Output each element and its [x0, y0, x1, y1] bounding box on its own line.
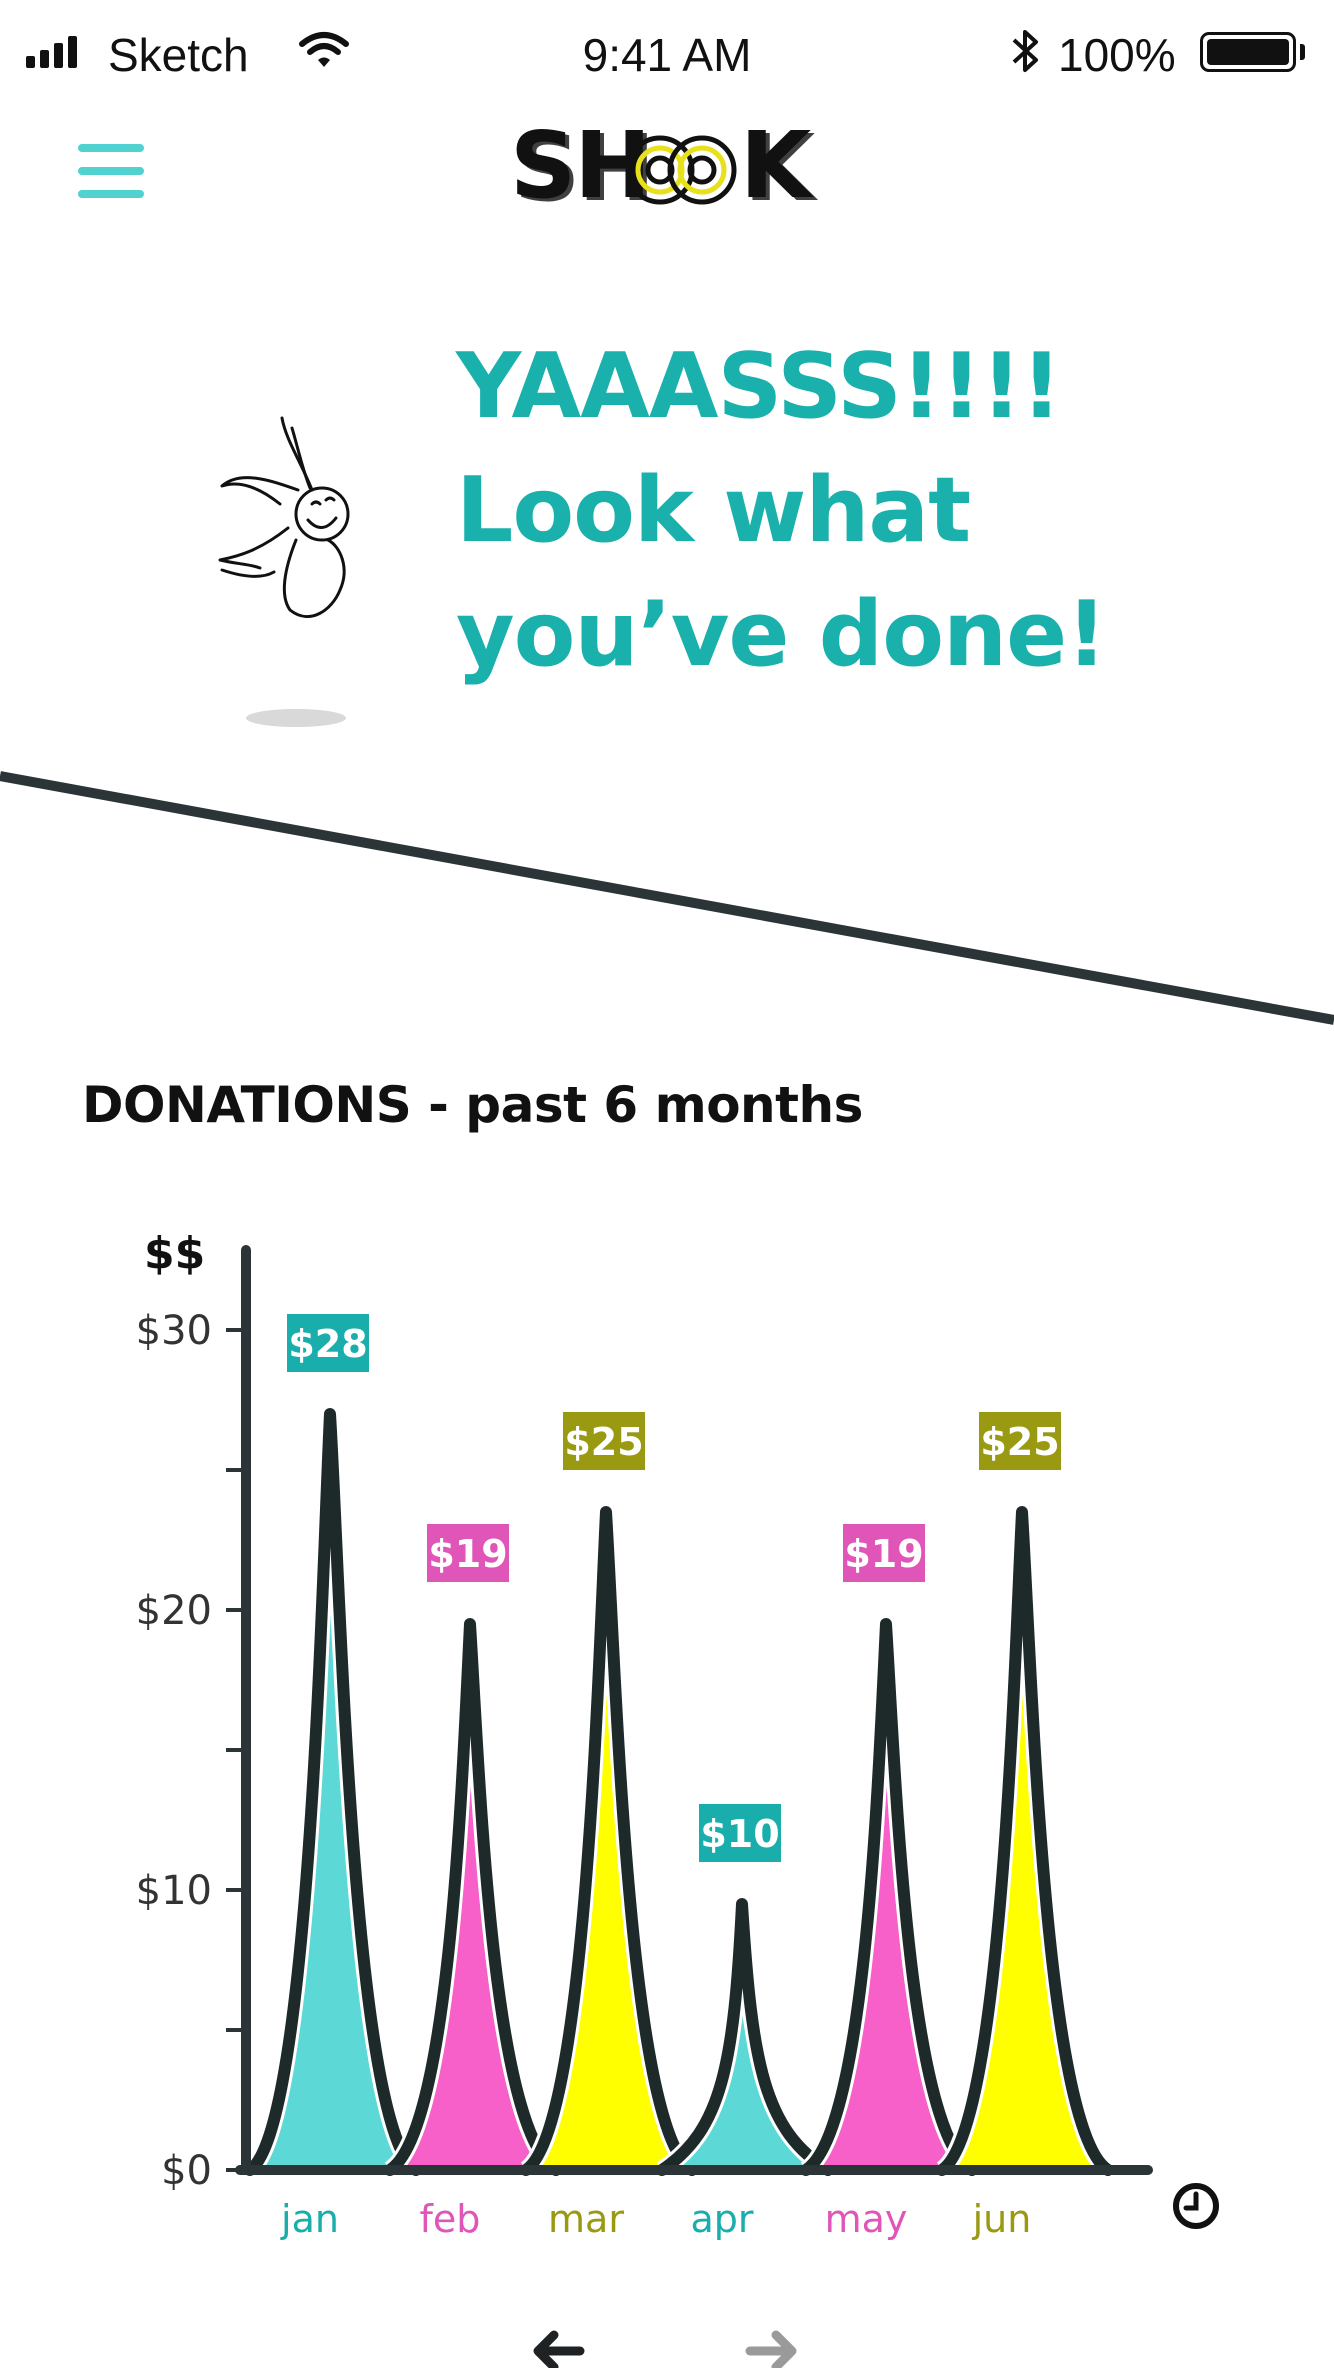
chart-peak-mar [519, 1506, 698, 2178]
svg-text:$28: $28 [288, 1322, 367, 1366]
y-tick-label: $10 [136, 1868, 212, 1914]
status-bar: Sketch 9:41 AM 100% [0, 0, 1334, 110]
diagonal-divider [0, 771, 1334, 1025]
battery-percentage: 100% [1058, 29, 1176, 81]
chart-peak-may [800, 1618, 978, 2178]
menu-button[interactable] [78, 144, 148, 198]
x-tick-label-feb: feb [420, 2197, 481, 2240]
shook-logo: SH SH K K [510, 118, 821, 218]
clock-icon[interactable] [1173, 2183, 1219, 2229]
chart-peak-jan [243, 1408, 422, 2178]
chart-peak-jun [935, 1506, 1114, 2178]
svg-text:$25: $25 [980, 1420, 1059, 1464]
svg-text:$10: $10 [700, 1812, 779, 1856]
headline-line: you’ve done! [456, 582, 1107, 687]
svg-text:$19: $19 [844, 1532, 923, 1576]
y-tick-label: $30 [136, 1308, 212, 1354]
value-label-feb: $19 [427, 1524, 509, 1582]
chart-peak-feb [384, 1618, 562, 2178]
jumping-stick-figure-icon [218, 416, 350, 727]
x-tick-label-jun: jun [972, 2197, 1032, 2240]
svg-text:$25: $25 [564, 1420, 643, 1464]
arrow-right-icon[interactable] [730, 2305, 810, 2368]
svg-text:$19: $19 [428, 1532, 507, 1576]
headline-line: YAAASSS!!!! [456, 334, 1062, 439]
y-tick-label: $0 [161, 2148, 212, 2194]
value-label-jun: $25 [979, 1412, 1061, 1470]
battery-cap [1300, 44, 1305, 60]
headline-line: Look what [456, 458, 971, 563]
battery-icon [1200, 32, 1296, 72]
x-tick-label-apr: apr [690, 2197, 753, 2240]
value-label-apr: $10 [699, 1804, 781, 1862]
value-label-jan: $28 [287, 1314, 369, 1372]
y-tick-label: $20 [136, 1588, 212, 1634]
x-tick-label-may: may [825, 2197, 908, 2240]
x-tick-label-jan: jan [280, 2197, 339, 2240]
celebration-headline: YAAASSS!!!! Look what you’ve done! [456, 325, 1316, 697]
value-label-mar: $25 [563, 1412, 645, 1470]
bluetooth-icon [1012, 30, 1038, 72]
arrow-left-icon[interactable] [520, 2305, 600, 2368]
value-label-may: $19 [843, 1524, 925, 1582]
chart-peak-apr [656, 1898, 834, 2178]
donations-chart: $28 $19 $25 $10 $19 $25 $$ jan feb mar apr may jun… [136, 1228, 1219, 2240]
svg-text:K: K [740, 118, 815, 218]
donations-title: DONATIONS - past 6 months [82, 1076, 863, 1134]
x-tick-label-mar: mar [548, 2197, 624, 2240]
y-axis-unit-label: $$ [144, 1228, 205, 1279]
